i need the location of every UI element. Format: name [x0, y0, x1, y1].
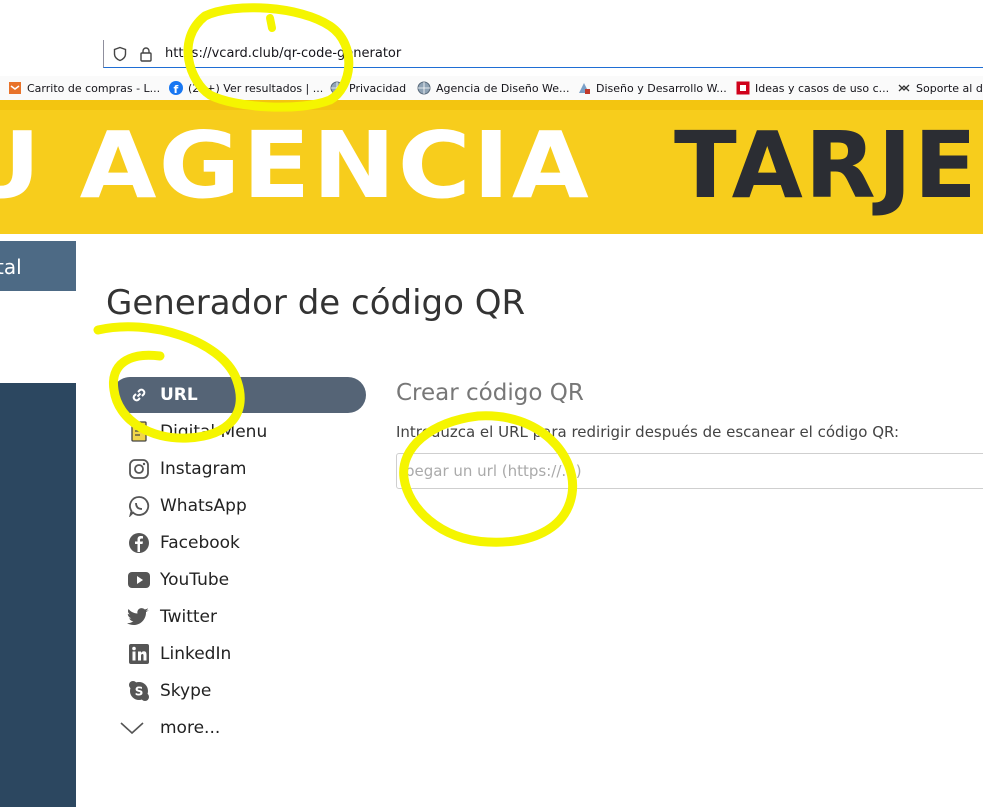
browser-top-strip — [0, 0, 983, 40]
menu-card-icon — [125, 418, 153, 446]
bookmark-label: Carrito de compras - L... — [27, 81, 161, 95]
site-icon — [577, 81, 591, 95]
sidebar-header[interactable]: tal — [0, 241, 76, 291]
url-input[interactable] — [396, 453, 983, 489]
menu-item-label: Digital Menu — [160, 421, 268, 442]
sidebar-white-block — [0, 291, 76, 383]
menu-item-facebook[interactable]: Facebook — [112, 524, 366, 561]
bookmark-label: Ideas y casos de uso c... — [755, 81, 890, 95]
linkedin-icon — [125, 640, 153, 668]
link-icon — [125, 381, 153, 409]
menu-item-label: more... — [160, 717, 221, 738]
section-description: Introduzca el URL para redirigir después… — [396, 423, 900, 441]
banner-stripe — [0, 100, 983, 110]
lock-icon[interactable] — [139, 46, 153, 66]
menu-item-digital-menu[interactable]: Digital Menu — [112, 413, 366, 450]
instagram-icon — [125, 455, 153, 483]
bookmark-label: Diseño y Desarrollo W... — [596, 81, 727, 95]
shop-icon — [8, 81, 22, 95]
page-title: Generador de código QR — [106, 283, 526, 323]
banner-text-light: U AGENCIA — [0, 112, 591, 219]
bookmark-privacidad[interactable]: Privacidad — [330, 81, 406, 95]
banner-text-dark: TARJE — [674, 112, 979, 219]
svg-text:f: f — [174, 83, 179, 95]
red-square-icon — [736, 81, 750, 95]
menu-item-label: Twitter — [160, 606, 217, 627]
menu-item-twitter[interactable]: Twitter — [112, 598, 366, 635]
menu-item-label: URL — [160, 385, 198, 405]
bookmark-agencia[interactable]: Agencia de Diseño We... — [417, 81, 570, 95]
bookmark-diseno[interactable]: Diseño y Desarrollo W... — [577, 81, 727, 95]
menu-item-label: Facebook — [160, 532, 240, 553]
bookmark-carrito[interactable]: Carrito de compras - L... — [8, 81, 160, 95]
skype-icon: S — [125, 677, 153, 705]
menu-item-instagram[interactable]: Instagram — [112, 450, 366, 487]
whatsapp-icon — [125, 492, 153, 520]
menu-item-skype[interactable]: S Skype — [112, 672, 366, 709]
menu-item-url[interactable]: URL — [112, 377, 366, 413]
bookmark-label: Soporte al di — [916, 81, 983, 95]
menu-item-linkedin[interactable]: LinkedIn — [112, 635, 366, 672]
menu-item-label: Skype — [160, 680, 212, 701]
bookmark-label: Privacidad — [349, 81, 407, 95]
facebook-icon: f — [169, 81, 183, 96]
facebook-icon — [125, 529, 153, 557]
bookmark-ideas[interactable]: Ideas y casos de uso c... — [736, 81, 889, 95]
bookmark-label: Agencia de Diseño We... — [436, 81, 570, 95]
globe-icon — [417, 81, 431, 95]
menu-item-label: WhatsApp — [160, 495, 247, 516]
bug-icon — [897, 81, 911, 95]
svg-text:S: S — [135, 684, 144, 698]
youtube-icon — [125, 566, 153, 594]
menu-item-label: Instagram — [160, 458, 247, 479]
hero-banner: U AGENCIA TARJE — [0, 100, 983, 234]
twitter-icon — [125, 603, 153, 631]
qr-type-menu: URL Digital Menu Instagram WhatsApp Face… — [112, 377, 366, 746]
bookmark-facebook[interactable]: f (20+) Ver resultados | ... — [169, 81, 324, 96]
menu-item-label: YouTube — [160, 569, 230, 590]
shield-icon[interactable] — [112, 46, 128, 66]
chevron-down-icon — [118, 714, 146, 742]
menu-item-whatsapp[interactable]: WhatsApp — [112, 487, 366, 524]
url-text[interactable]: https://vcard.club/qr-code-generator — [165, 46, 401, 61]
bookmark-soporte[interactable]: Soporte al di — [897, 81, 983, 95]
bookmark-label: (20+) Ver resultados | ... — [188, 81, 324, 95]
menu-item-youtube[interactable]: YouTube — [112, 561, 366, 598]
bookmarks-bar: Carrito de compras - L... f (20+) Ver re… — [0, 76, 983, 100]
menu-item-more[interactable]: more... — [112, 709, 366, 746]
globe-icon — [330, 81, 344, 95]
left-sidebar: tal — [0, 241, 76, 807]
section-title: Crear código QR — [396, 380, 584, 406]
address-bar[interactable]: https://vcard.club/qr-code-generator — [103, 40, 983, 68]
menu-item-label: LinkedIn — [160, 643, 232, 664]
sidebar-label: tal — [0, 255, 22, 279]
